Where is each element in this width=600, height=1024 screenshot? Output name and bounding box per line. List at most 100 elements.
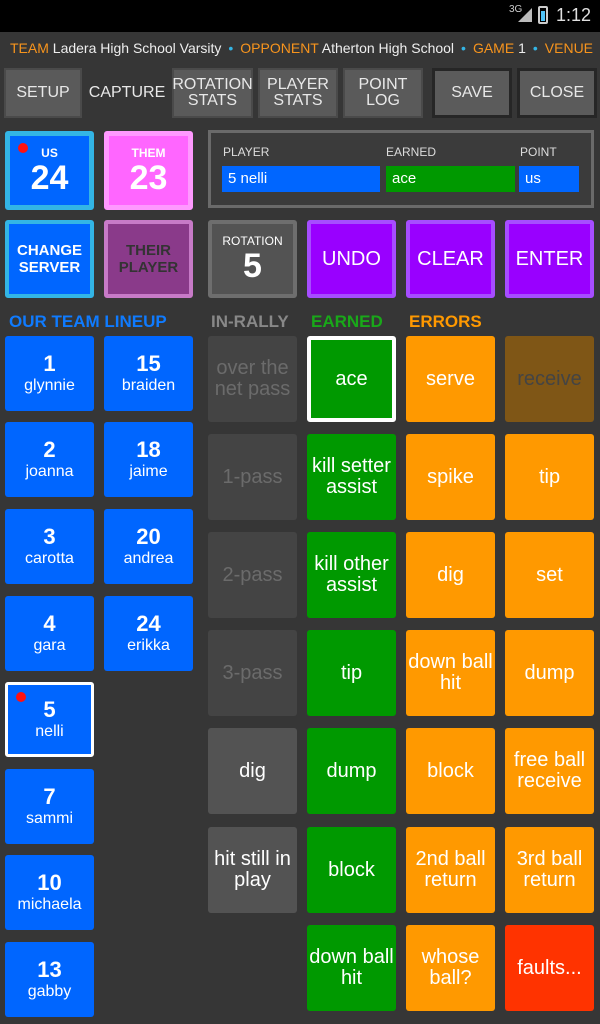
player-name: gabby [27, 982, 72, 1000]
error-set[interactable]: set [505, 532, 594, 618]
player-13[interactable]: 13 gabby [5, 942, 94, 1017]
score-us-value: 24 [30, 158, 69, 197]
player-2[interactable]: 2 joanna [5, 422, 94, 497]
game-number: 1 [518, 40, 526, 56]
player-number: 7 [43, 783, 56, 809]
signal-icon [518, 8, 532, 22]
tab-player-stats[interactable]: PLAYER STATS [258, 68, 338, 118]
earned-ace-selected[interactable]: ace [307, 336, 396, 422]
earned-kill-setter-assist[interactable]: kill setter assist [307, 434, 396, 520]
rotation-label: ROTATION [222, 234, 283, 248]
team-name: Ladera High School Varsity [52, 40, 222, 56]
player-field[interactable]: 5 nelli [222, 166, 380, 192]
in-rally-hit-still-in-play[interactable]: hit still in play [208, 827, 297, 913]
earned-dump[interactable]: dump [307, 728, 396, 814]
player-name: carotta [25, 549, 74, 567]
error-receive[interactable]: receive [505, 336, 594, 422]
score-them-button[interactable]: THEM 23 [104, 131, 193, 210]
in-rally-3-pass[interactable]: 3-pass [208, 630, 297, 716]
separator-dot: • [532, 40, 538, 56]
close-button[interactable]: CLOSE [517, 68, 597, 118]
player-18[interactable]: 18 jaime [104, 422, 193, 497]
save-button[interactable]: SAVE [432, 68, 512, 118]
player-name: nelli [35, 722, 64, 740]
player-24[interactable]: 24 erikka [104, 596, 193, 671]
rotation-value: 5 [243, 247, 262, 285]
player-15[interactable]: 15 braiden [104, 336, 193, 411]
errors-header: ERRORS [409, 312, 482, 331]
error-down-ball-hit[interactable]: down ball hit [406, 630, 495, 716]
error-3rd-ball-return[interactable]: 3rd ball return [505, 827, 594, 913]
error-serve[interactable]: serve [406, 336, 495, 422]
player-name: sammi [25, 809, 74, 827]
their-player-button[interactable]: THEIR PLAYER [104, 220, 193, 298]
earned-field[interactable]: ace [386, 166, 515, 192]
player-5-selected[interactable]: 5 nelli [5, 682, 94, 757]
error-tip[interactable]: tip [505, 434, 594, 520]
player-number: 5 [43, 696, 56, 722]
opponent-name: Atherton High School [321, 40, 455, 56]
battery-icon [538, 6, 548, 24]
in-rally-1-pass[interactable]: 1-pass [208, 434, 297, 520]
score-us-button[interactable]: US 24 [5, 131, 94, 210]
serving-indicator [18, 143, 28, 153]
earned-down-ball-hit[interactable]: down ball hit [307, 925, 396, 1011]
enter-button[interactable]: ENTER [505, 220, 594, 298]
tab-rotation-stats[interactable]: ROTATION STATS [172, 68, 253, 118]
player-name: jaime [129, 462, 168, 480]
in-rally-header: IN-RALLY [211, 312, 289, 331]
score-us-label: US [41, 145, 58, 160]
player-name: joanna [25, 462, 74, 480]
rotation-button[interactable]: ROTATION 5 [208, 220, 297, 298]
status-bar: 3G 1:12 [0, 0, 600, 32]
error-spike[interactable]: spike [406, 434, 495, 520]
error-faults[interactable]: faults... [505, 925, 594, 1011]
player-1[interactable]: 1 glynnie [5, 336, 94, 411]
clock: 1:12 [556, 5, 592, 25]
tab-setup[interactable]: SETUP [4, 68, 82, 118]
error-whose-ball[interactable]: whose ball? [406, 925, 495, 1011]
game-key: GAME [472, 40, 515, 56]
separator-dot: • [461, 40, 466, 56]
player-number: 20 [136, 523, 161, 549]
separator-dot: • [228, 40, 234, 56]
opponent-key: OPPONENT [240, 40, 319, 56]
in-rally-2-pass[interactable]: 2-pass [208, 532, 297, 618]
team-key: TEAM [10, 40, 49, 56]
earned-header: EARNED [311, 312, 383, 331]
player-name: gara [33, 636, 66, 654]
player-number: 3 [43, 523, 56, 549]
tab-point-log[interactable]: POINT LOG [343, 68, 423, 118]
player-number: 1 [43, 350, 56, 376]
player-name: erikka [127, 636, 170, 654]
earned-kill-other-assist[interactable]: kill other assist [307, 532, 396, 618]
clear-button[interactable]: CLEAR [406, 220, 495, 298]
earned-block[interactable]: block [307, 827, 396, 913]
player-3[interactable]: 3 carotta [5, 509, 94, 584]
player-7[interactable]: 7 sammi [5, 769, 94, 844]
player-name: glynnie [24, 376, 75, 394]
venue-key: VENUE [544, 40, 594, 56]
earned-tip[interactable]: tip [307, 630, 396, 716]
point-field[interactable]: us [519, 166, 579, 192]
score-them-value: 23 [129, 158, 168, 197]
tab-capture[interactable]: CAPTURE [87, 68, 167, 118]
player-name: braiden [121, 376, 176, 394]
player-field-label: PLAYER [223, 145, 270, 159]
change-server-button[interactable]: CHANGE SERVER [5, 220, 94, 298]
in-rally-dig[interactable]: dig [208, 728, 297, 814]
player-20[interactable]: 20 andrea [104, 509, 193, 584]
player-number: 15 [136, 350, 161, 376]
player-10[interactable]: 10 michaela [5, 855, 94, 930]
error-dig[interactable]: dig [406, 532, 495, 618]
player-number: 24 [136, 610, 161, 636]
error-dump[interactable]: dump [505, 630, 594, 716]
error-block[interactable]: block [406, 728, 495, 814]
error-2nd-ball-return[interactable]: 2nd ball return [406, 827, 495, 913]
player-number: 4 [43, 610, 56, 636]
error-free-ball-receive[interactable]: free ball receive [505, 728, 594, 814]
undo-button[interactable]: UNDO [307, 220, 396, 298]
in-rally-over-the-net-pass[interactable]: over the net pass [208, 336, 297, 422]
player-4[interactable]: 4 gara [5, 596, 94, 671]
player-name: michaela [17, 895, 82, 913]
